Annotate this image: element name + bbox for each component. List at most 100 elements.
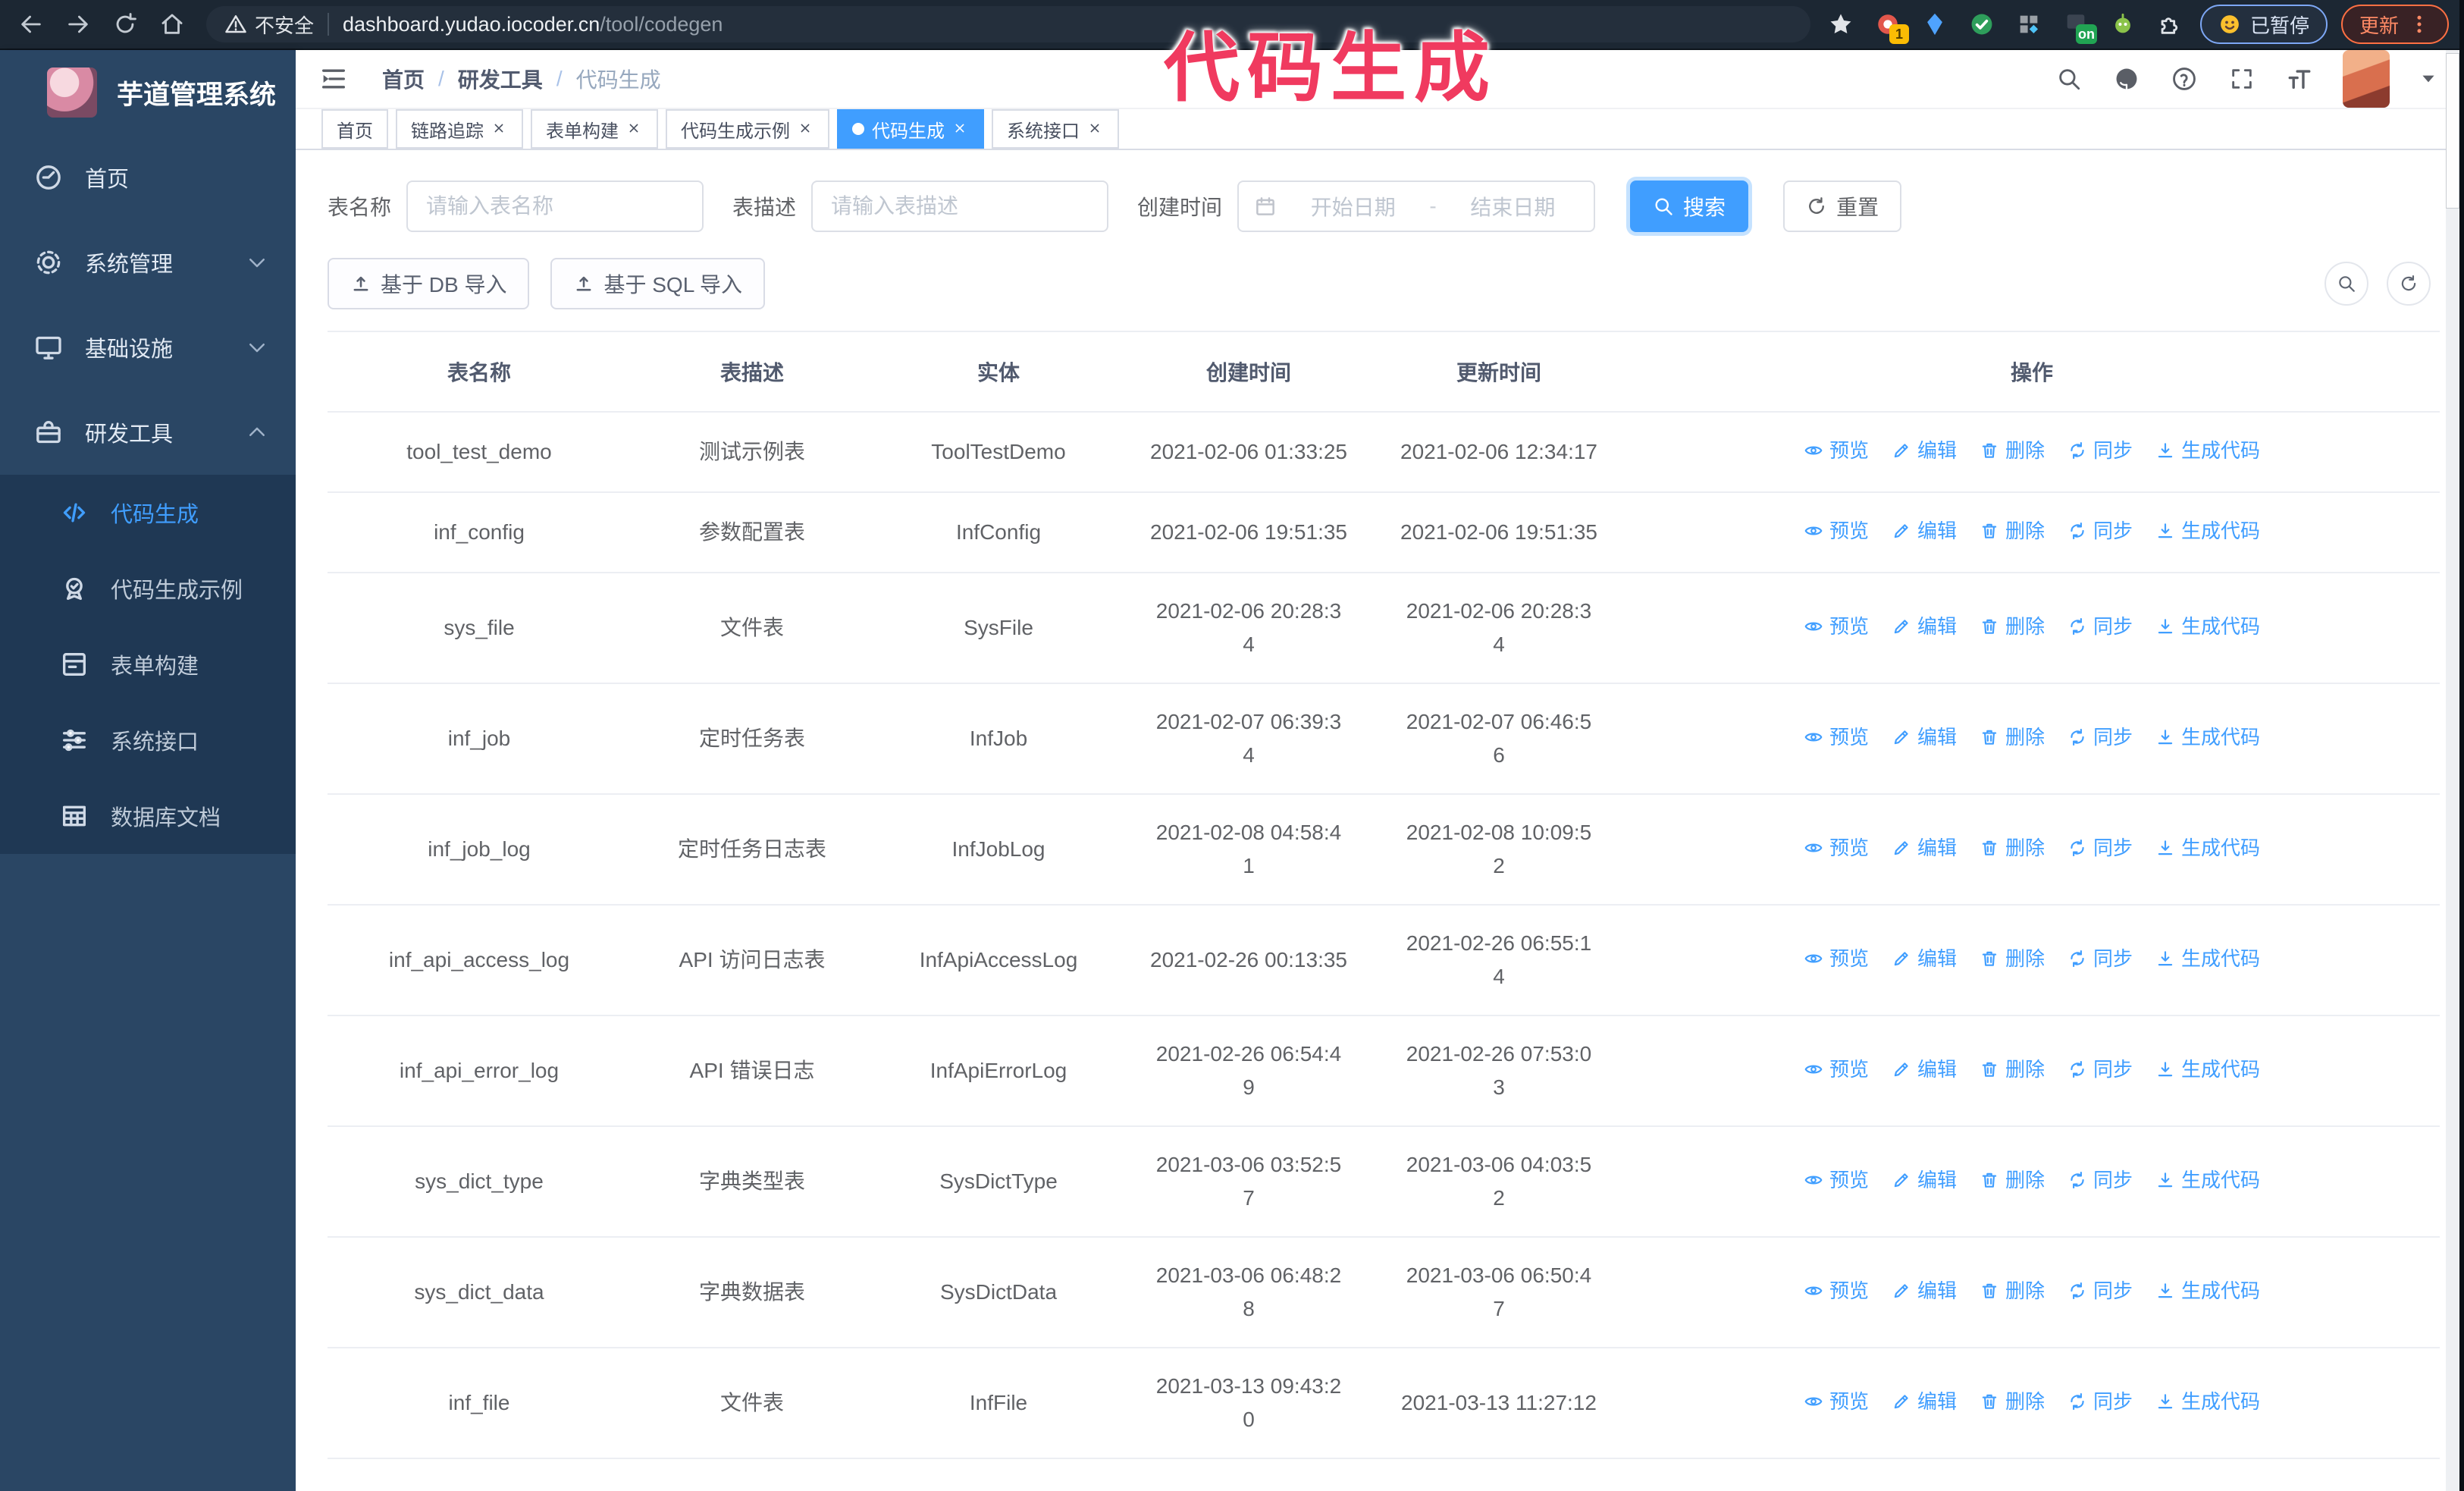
page-scrollbar-track[interactable] <box>2446 50 2459 1491</box>
tag-代码生成[interactable]: 代码生成 <box>837 109 984 149</box>
action-preview[interactable]: 预览 <box>1804 831 1869 865</box>
action-sync[interactable]: 同步 <box>2067 831 2133 865</box>
table-name-input[interactable] <box>406 180 704 232</box>
extension-check-circle-icon[interactable] <box>1965 8 1998 41</box>
sidebar-item-代码生成[interactable]: 代码生成 <box>0 475 296 551</box>
action-generate[interactable]: 生成代码 <box>2155 514 2260 548</box>
action-generate[interactable]: 生成代码 <box>2155 1274 2260 1307</box>
action-generate[interactable]: 生成代码 <box>2155 1163 2260 1197</box>
action-edit[interactable]: 编辑 <box>1892 1385 1957 1418</box>
action-edit[interactable]: 编辑 <box>1892 1163 1957 1197</box>
github-icon[interactable] <box>2112 64 2141 93</box>
action-sync[interactable]: 同步 <box>2067 1274 2133 1307</box>
action-generate[interactable]: 生成代码 <box>2155 1385 2260 1418</box>
action-sync[interactable]: 同步 <box>2067 434 2133 467</box>
date-range-picker[interactable]: 开始日期 - 结束日期 <box>1237 180 1596 232</box>
action-generate[interactable]: 生成代码 <box>2155 942 2260 975</box>
tag-close-icon[interactable] <box>491 121 508 137</box>
action-delete[interactable]: 删除 <box>1980 1274 2045 1307</box>
action-sync[interactable]: 同步 <box>2067 1053 2133 1086</box>
action-preview[interactable]: 预览 <box>1804 1385 1869 1418</box>
action-sync[interactable]: 同步 <box>2067 720 2133 754</box>
action-preview[interactable]: 预览 <box>1804 434 1869 467</box>
action-delete[interactable]: 删除 <box>1980 434 2045 467</box>
action-delete[interactable]: 删除 <box>1980 1053 2045 1086</box>
paused-badge[interactable]: 已暂停 <box>2199 5 2328 44</box>
browser-forward-button[interactable] <box>58 4 99 45</box>
tag-close-icon[interactable] <box>626 121 643 137</box>
reset-button[interactable]: 重置 <box>1783 180 1902 232</box>
help-icon[interactable] <box>2170 64 2199 93</box>
tag-系统接口[interactable]: 系统接口 <box>992 109 1119 149</box>
breadcrumb-item[interactable]: 首页 <box>382 64 425 94</box>
action-generate[interactable]: 生成代码 <box>2155 1053 2260 1086</box>
action-delete[interactable]: 删除 <box>1980 720 2045 754</box>
action-generate[interactable]: 生成代码 <box>2155 720 2260 754</box>
font-size-icon[interactable] <box>2285 64 2314 93</box>
action-preview[interactable]: 预览 <box>1804 1274 1869 1307</box>
action-edit[interactable]: 编辑 <box>1892 610 1957 643</box>
address-bar[interactable]: 不安全 dashboard.yudao.iocoder.cn/tool/code… <box>206 6 1810 42</box>
extension-puzzle-icon[interactable] <box>2153 8 2187 41</box>
action-generate[interactable]: 生成代码 <box>2155 831 2260 865</box>
sidebar-item-系统接口[interactable]: 系统接口 <box>0 702 296 778</box>
action-delete[interactable]: 删除 <box>1980 1163 2045 1197</box>
action-sync[interactable]: 同步 <box>2067 942 2133 975</box>
tag-链路追踪[interactable]: 链路追踪 <box>396 109 523 149</box>
extension-grid-ext-icon[interactable] <box>2012 8 2045 41</box>
extension-robot-icon[interactable] <box>2106 8 2140 41</box>
tag-首页[interactable]: 首页 <box>321 109 388 149</box>
sidebar-item-代码生成示例[interactable]: 代码生成示例 <box>0 551 296 626</box>
user-avatar[interactable] <box>2343 50 2390 108</box>
sidebar-item-系统管理[interactable]: 系统管理 <box>0 220 296 305</box>
app-logo-row[interactable]: 芋道管理系统 <box>0 50 296 135</box>
extension-ext-circle-icon[interactable]: 1 <box>1871 8 1909 44</box>
action-generate[interactable]: 生成代码 <box>2155 434 2260 467</box>
action-delete[interactable]: 删除 <box>1980 831 2045 865</box>
sidebar-item-研发工具[interactable]: 研发工具 <box>0 390 296 475</box>
action-sync[interactable]: 同步 <box>2067 1163 2133 1197</box>
action-preview[interactable]: 预览 <box>1804 610 1869 643</box>
sidebar-item-基础设施[interactable]: 基础设施 <box>0 305 296 390</box>
action-delete[interactable]: 删除 <box>1980 1385 2045 1418</box>
action-delete[interactable]: 删除 <box>1980 610 2045 643</box>
search-icon[interactable] <box>2055 64 2083 93</box>
action-edit[interactable]: 编辑 <box>1892 720 1957 754</box>
sidebar-item-数据库文档[interactable]: 数据库文档 <box>0 778 296 854</box>
fullscreen-icon[interactable] <box>2227 64 2256 93</box>
table-desc-input[interactable] <box>811 180 1109 232</box>
tag-close-icon[interactable] <box>952 121 969 137</box>
bookmark-star-icon[interactable] <box>1824 8 1857 41</box>
action-preview[interactable]: 预览 <box>1804 720 1869 754</box>
tag-代码生成示例[interactable]: 代码生成示例 <box>666 109 829 149</box>
page-scrollbar-thumb[interactable] <box>2446 53 2459 209</box>
action-delete[interactable]: 删除 <box>1980 942 2045 975</box>
sidebar-item-表单构建[interactable]: 表单构建 <box>0 626 296 702</box>
browser-home-button[interactable] <box>152 4 193 45</box>
browser-reload-button[interactable] <box>105 4 146 45</box>
extension-gem-icon[interactable] <box>1918 8 1951 41</box>
toggle-search-button[interactable] <box>2324 262 2368 306</box>
sidebar-collapse-button[interactable] <box>315 61 352 97</box>
action-edit[interactable]: 编辑 <box>1892 831 1957 865</box>
action-edit[interactable]: 编辑 <box>1892 1274 1957 1307</box>
browser-back-button[interactable] <box>11 4 52 45</box>
sidebar-item-首页[interactable]: 首页 <box>0 135 296 220</box>
action-sync[interactable]: 同步 <box>2067 514 2133 548</box>
action-preview[interactable]: 预览 <box>1804 1053 1869 1086</box>
search-button[interactable]: 搜索 <box>1630 180 1749 232</box>
action-sync[interactable]: 同步 <box>2067 1385 2133 1418</box>
extension-ext-square-icon[interactable]: on <box>2059 8 2097 44</box>
action-edit[interactable]: 编辑 <box>1892 942 1957 975</box>
action-edit[interactable]: 编辑 <box>1892 1053 1957 1086</box>
tag-表单构建[interactable]: 表单构建 <box>531 109 658 149</box>
breadcrumb-item[interactable]: 研发工具 <box>458 64 543 94</box>
import-sql-button[interactable]: 基于 SQL 导入 <box>550 258 766 309</box>
action-sync[interactable]: 同步 <box>2067 610 2133 643</box>
tag-close-icon[interactable] <box>1087 121 1104 137</box>
action-edit[interactable]: 编辑 <box>1892 434 1957 467</box>
browser-update-button[interactable]: 更新 <box>2340 5 2449 44</box>
import-db-button[interactable]: 基于 DB 导入 <box>328 258 530 309</box>
refresh-table-button[interactable] <box>2387 262 2431 306</box>
action-generate[interactable]: 生成代码 <box>2155 610 2260 643</box>
